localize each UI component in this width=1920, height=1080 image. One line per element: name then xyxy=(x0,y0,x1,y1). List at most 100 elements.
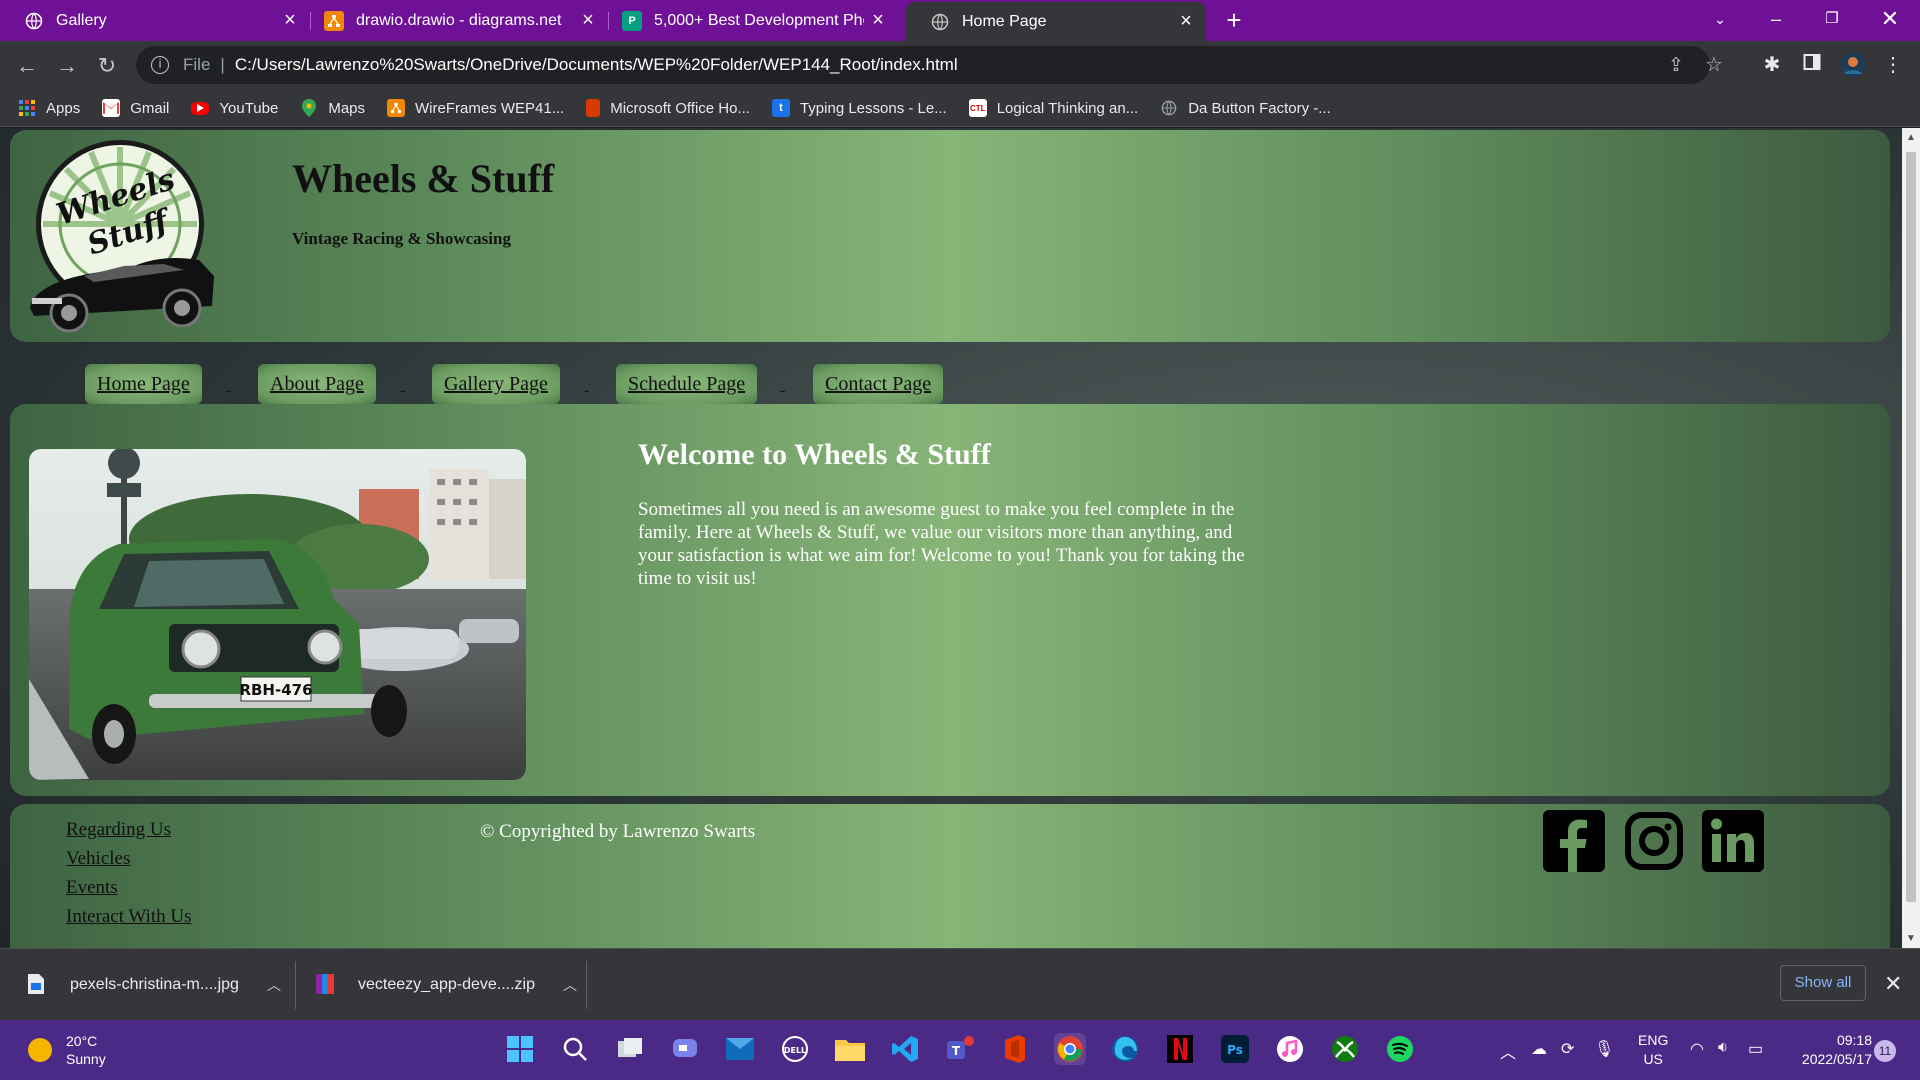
page-scrollbar[interactable]: ▲ ▼ xyxy=(1902,128,1920,948)
wifi-icon[interactable]: ◠ xyxy=(1690,1039,1704,1059)
task-view-icon[interactable] xyxy=(614,1033,646,1065)
notification-badge[interactable]: 11 xyxy=(1874,1040,1896,1062)
site-subtitle: Vintage Racing & Showcasing xyxy=(292,229,511,248)
facebook-icon[interactable] xyxy=(1543,810,1605,872)
download-item-jpg[interactable]: pexels-christina-m....jpg ︿ xyxy=(28,949,281,1021)
youtube-icon xyxy=(191,101,210,115)
bookmark-youtube[interactable]: YouTube xyxy=(191,100,278,117)
clock-time: 09:18 xyxy=(1836,1032,1872,1048)
address-bar[interactable]: i File | C:/Users/Lawrenzo%20Swarts/OneD… xyxy=(136,46,1723,84)
bookmark-button-factory[interactable]: Da Button Factory -... xyxy=(1160,99,1331,117)
footer-link-vehicles[interactable]: Vehicles xyxy=(66,848,130,870)
site-nav: Home Page - About Page - Gallery Page - … xyxy=(0,342,1902,404)
minimize-icon[interactable]: – xyxy=(1748,0,1804,41)
sync-icon[interactable]: ⟳ xyxy=(1561,1039,1574,1059)
onedrive-cloud-icon[interactable]: ☁ xyxy=(1531,1039,1547,1059)
volume-icon[interactable]: 🔉︎ xyxy=(1718,1039,1728,1057)
restore-icon[interactable]: ❐ xyxy=(1804,0,1860,41)
new-tab-button[interactable]: + xyxy=(1220,6,1248,34)
mail-icon[interactable] xyxy=(724,1033,756,1065)
scroll-up-icon[interactable]: ▲ xyxy=(1902,132,1920,143)
nav-home-page[interactable]: Home Page xyxy=(85,364,202,404)
nav-schedule-page[interactable]: Schedule Page xyxy=(616,364,758,404)
start-windows-icon[interactable] xyxy=(504,1033,536,1065)
footer-link-regarding-us[interactable]: Regarding Us xyxy=(66,819,171,841)
instagram-icon[interactable] xyxy=(1623,810,1685,872)
weather-widget[interactable]: 20°C Sunny xyxy=(28,1032,106,1068)
sun-icon xyxy=(28,1038,52,1062)
share-icon[interactable]: ⇪ xyxy=(1664,54,1688,78)
bookmark-star-icon[interactable]: ☆ xyxy=(1702,52,1726,76)
chevron-up-icon[interactable]: ︿ xyxy=(267,975,281,995)
weather-temp: 20°C xyxy=(66,1033,98,1049)
photoshop-icon[interactable]: Ps xyxy=(1219,1033,1251,1065)
teams-chat-icon[interactable] xyxy=(669,1033,701,1065)
footer-link-events[interactable]: Events xyxy=(66,877,118,899)
bookmark-label: Maps xyxy=(328,99,366,117)
bookmark-label: Typing Lessons - Le... xyxy=(799,99,947,117)
scroll-down-icon[interactable]: ▼ xyxy=(1902,933,1920,944)
netflix-icon[interactable] xyxy=(1164,1033,1196,1065)
tab-pexels[interactable]: P 5,000+ Best Development Photos × xyxy=(598,0,906,41)
close-download-shelf-icon[interactable]: ✕ xyxy=(1884,971,1902,997)
teams-icon[interactable]: T xyxy=(944,1033,976,1065)
browser-toolbar: ← → ↻ i File | C:/Users/Lawrenzo%20Swart… xyxy=(0,41,1920,90)
footer-link-interact-with-us[interactable]: Interact With Us xyxy=(66,906,192,928)
nav-gallery-page[interactable]: Gallery Page xyxy=(432,364,560,404)
bookmark-office[interactable]: Microsoft Office Ho... xyxy=(586,99,750,117)
reload-icon[interactable]: ↻ xyxy=(94,53,120,79)
site-title: Wheels & Stuff xyxy=(292,156,555,201)
bookmark-apps[interactable]: Apps xyxy=(18,99,80,117)
chevron-up-icon[interactable]: ︿ xyxy=(563,975,577,995)
edge-icon[interactable] xyxy=(1109,1033,1141,1065)
back-arrow-icon[interactable]: ← xyxy=(14,53,40,79)
bookmark-logical[interactable]: CTL Logical Thinking an... xyxy=(968,99,1138,117)
extensions-puzzle-icon[interactable]: ✱ xyxy=(1759,52,1785,78)
clock-date: 2022/05/17 xyxy=(1801,1051,1872,1067)
forward-arrow-icon[interactable]: → xyxy=(54,53,80,79)
language-indicator[interactable]: ENG US xyxy=(1638,1031,1668,1069)
search-icon[interactable] xyxy=(559,1033,591,1065)
linkedin-icon[interactable] xyxy=(1702,810,1764,872)
tab-search-chevron-icon[interactable]: ⌄ xyxy=(1692,0,1748,41)
bookmark-label: Gmail xyxy=(130,99,170,117)
office-icon[interactable] xyxy=(999,1033,1031,1065)
bookmark-maps[interactable]: Maps xyxy=(300,99,365,117)
close-tab-icon[interactable]: × xyxy=(1172,10,1200,33)
avatar[interactable] xyxy=(1840,52,1866,78)
close-tab-icon[interactable]: × xyxy=(864,9,892,32)
nav-about-page[interactable]: About Page xyxy=(258,364,376,404)
bookmark-wireframes[interactable]: WireFrames WEP41... xyxy=(387,99,564,117)
menu-kebab-icon[interactable]: ⋮ xyxy=(1880,52,1906,78)
bookmark-label: Apps xyxy=(46,99,81,117)
page-viewport: Wheels Stuff Wheels & Stuff Vintage Raci… xyxy=(0,128,1902,948)
chrome-icon[interactable] xyxy=(1054,1033,1086,1065)
spotify-icon[interactable] xyxy=(1384,1033,1416,1065)
bookmark-label: WireFrames WEP41... xyxy=(415,99,565,117)
tab-gallery[interactable]: Gallery × xyxy=(0,0,310,41)
image-file-icon xyxy=(28,974,46,996)
vscode-icon[interactable] xyxy=(889,1033,921,1065)
nav-contact-page[interactable]: Contact Page xyxy=(813,364,944,404)
mic-muted-icon[interactable]: 🎙︎ xyxy=(1594,1039,1614,1059)
xbox-icon[interactable] xyxy=(1329,1033,1361,1065)
itunes-icon[interactable] xyxy=(1274,1033,1306,1065)
info-icon[interactable]: i xyxy=(151,56,169,74)
show-all-downloads-button[interactable]: Show all xyxy=(1780,965,1866,1001)
tab-home-page[interactable]: Home Page × xyxy=(906,2,1206,41)
bookmark-gmail[interactable]: Gmail xyxy=(102,99,169,117)
close-window-icon[interactable]: ✕ xyxy=(1862,0,1918,41)
file-explorer-icon[interactable] xyxy=(834,1033,866,1065)
welcome-text: Sometimes all you need is an awesome gue… xyxy=(638,499,1245,589)
tab-title: Gallery xyxy=(56,11,107,29)
scroll-thumb[interactable] xyxy=(1906,152,1916,902)
tab-drawio[interactable]: drawio.drawio - diagrams.net × xyxy=(300,0,608,41)
chevron-up-icon[interactable]: ︿ xyxy=(1500,1039,1516,1063)
download-shelf: pexels-christina-m....jpg ︿ vecteezy_app… xyxy=(0,948,1920,1020)
side-panel-icon[interactable] xyxy=(1799,52,1825,78)
download-item-zip[interactable]: vecteezy_app-deve....zip ︿ xyxy=(316,949,577,1021)
battery-icon[interactable]: ▭ xyxy=(1748,1039,1763,1059)
clock[interactable]: 09:18 2022/05/17 xyxy=(1790,1031,1872,1069)
dell-icon[interactable]: DELL xyxy=(779,1033,811,1065)
bookmark-typing[interactable]: t Typing Lessons - Le... xyxy=(771,99,947,117)
